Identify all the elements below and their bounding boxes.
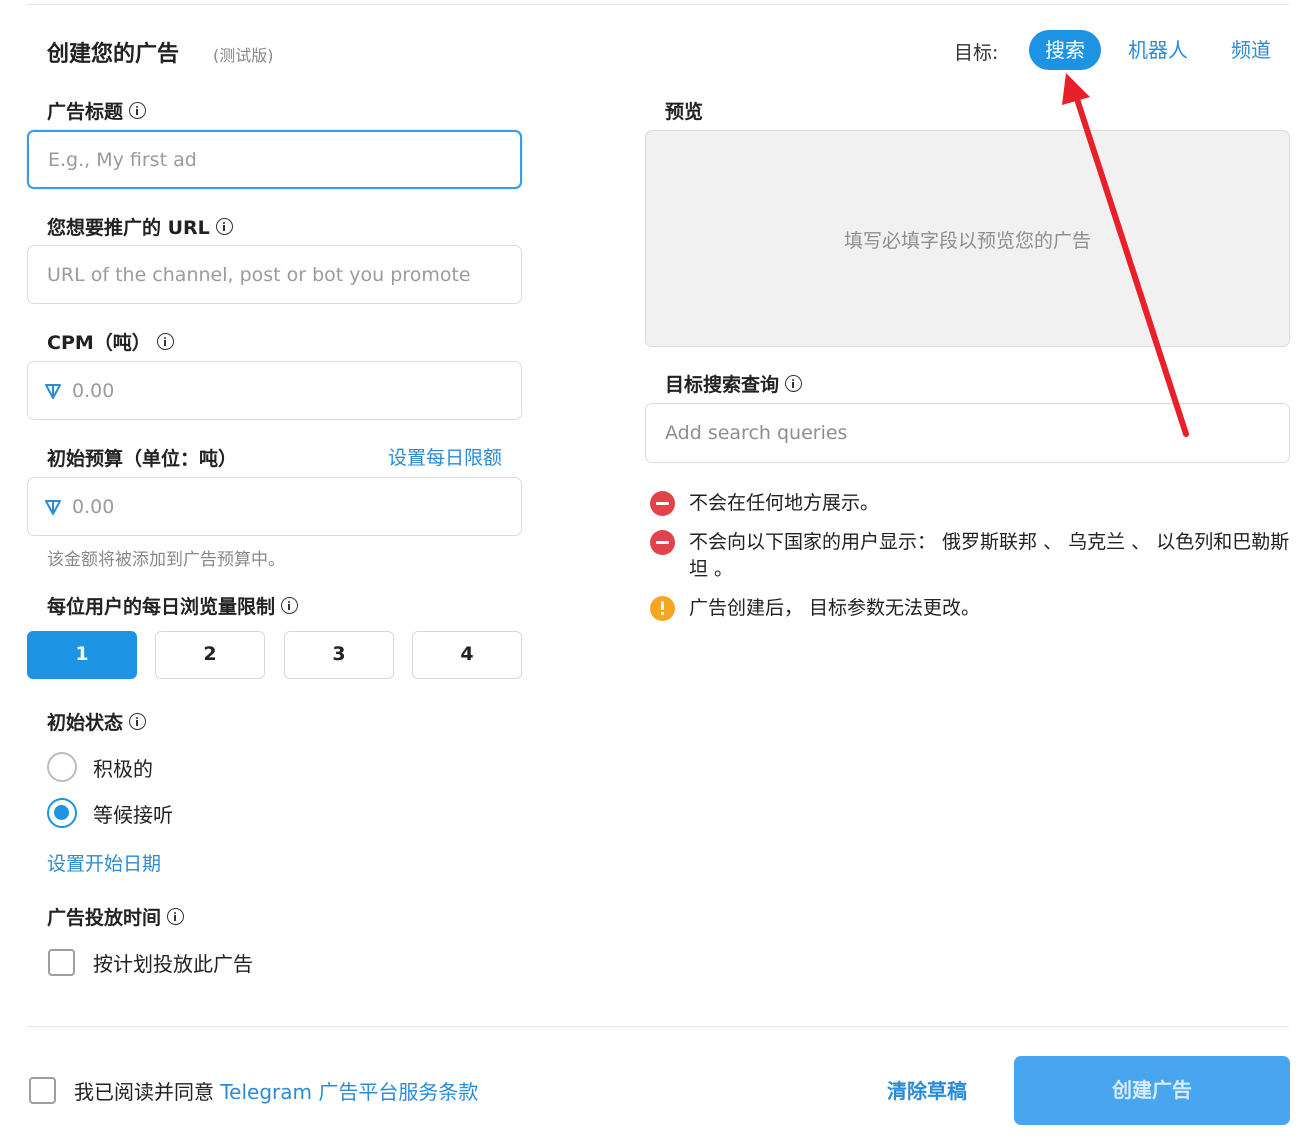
- error-icon: [650, 530, 675, 555]
- search-queries-field[interactable]: [645, 403, 1290, 463]
- info-icon[interactable]: [785, 375, 803, 392]
- preview-label: 预览: [665, 101, 704, 123]
- agree-terms-text: 我已阅读并同意 Telegram 广告平台服务条款: [74, 1076, 478, 1105]
- terms-link[interactable]: Telegram 广告平台服务条款: [220, 1080, 478, 1104]
- footer-divider: [27, 1026, 1289, 1027]
- views-option-3[interactable]: 3: [284, 631, 394, 679]
- preview-panel: 填写必填字段以预览您的广告: [645, 130, 1290, 347]
- info-icon[interactable]: [156, 333, 174, 350]
- agree-terms-row[interactable]: 我已阅读并同意 Telegram 广告平台服务条款: [29, 1076, 478, 1105]
- schedule-checkbox-row[interactable]: 按计划投放此广告: [48, 948, 253, 977]
- ton-icon: [45, 383, 61, 399]
- info-icon[interactable]: [129, 102, 147, 119]
- note-item: 不会在任何地方展示。: [650, 490, 1290, 517]
- info-icon[interactable]: [167, 908, 185, 925]
- page-title: 创建您的广告: [47, 42, 180, 67]
- info-icon[interactable]: [215, 218, 233, 235]
- url-input[interactable]: [28, 246, 521, 303]
- set-daily-limit-link[interactable]: 设置每日限额: [388, 443, 502, 470]
- note-text: 不会在任何地方展示。: [689, 492, 880, 514]
- initial-status-label-text: 初始状态: [47, 712, 124, 734]
- tab-bots[interactable]: 机器人: [1112, 30, 1204, 70]
- radio-button-checked[interactable]: [47, 798, 77, 828]
- warning-icon: [650, 596, 675, 621]
- budget-field[interactable]: [27, 477, 522, 536]
- note-item: 不会向以下国家的用户显示： 俄罗斯联邦 、 乌克兰 、 以色列和巴勒斯坦 。: [650, 529, 1290, 583]
- views-option-4[interactable]: 4: [412, 631, 522, 679]
- arrow-head: [1062, 73, 1090, 105]
- clear-draft-button[interactable]: 清除草稿: [887, 1075, 967, 1104]
- create-ad-button[interactable]: 创建广告: [1014, 1056, 1290, 1125]
- initial-status-label: 初始状态: [47, 708, 147, 735]
- url-label: 您想要推广的 URL: [47, 213, 233, 240]
- ad-title-input[interactable]: [29, 132, 520, 187]
- set-start-date-link[interactable]: 设置开始日期: [47, 849, 161, 876]
- ton-icon: [45, 499, 61, 515]
- url-field[interactable]: [27, 245, 522, 304]
- views-option-1[interactable]: 1: [27, 631, 137, 679]
- radio-button[interactable]: [47, 752, 77, 782]
- ad-title-label-text: 广告标题: [47, 101, 124, 123]
- schedule-checkbox-label: 按计划投放此广告: [93, 952, 253, 976]
- ad-title-label: 广告标题: [47, 97, 147, 124]
- status-active-label: 积极的: [93, 756, 153, 781]
- top-divider: [27, 4, 1289, 5]
- target-label: 目标:: [954, 42, 999, 64]
- search-queries-label-text: 目标搜索查询: [665, 374, 780, 396]
- budget-label: 初始预算（单位：吨）: [47, 444, 237, 471]
- views-limit-label: 每位用户的每日浏览量限制: [47, 592, 299, 619]
- note-text: 不会向以下国家的用户显示： 俄罗斯联邦 、 乌克兰 、 以色列和巴勒斯坦 。: [689, 531, 1290, 580]
- views-limit-label-text: 每位用户的每日浏览量限制: [47, 596, 276, 618]
- error-icon: [650, 491, 675, 516]
- status-active-radio[interactable]: 积极的: [47, 752, 153, 782]
- beta-tag: (测试版): [213, 46, 274, 65]
- agree-prefix: 我已阅读并同意: [74, 1080, 214, 1104]
- schedule-label: 广告投放时间: [47, 903, 185, 930]
- preview-empty-text: 填写必填字段以预览您的广告: [843, 230, 1091, 252]
- status-on-hold-label: 等候接听: [93, 802, 173, 827]
- cpm-label-text: CPM（吨）: [47, 332, 151, 354]
- search-queries-input[interactable]: [646, 404, 1289, 462]
- schedule-checkbox[interactable]: [48, 949, 75, 976]
- note-text: 广告创建后， 目标参数无法更改。: [689, 597, 981, 619]
- tab-channels[interactable]: 频道: [1215, 30, 1287, 70]
- cpm-input[interactable]: [62, 362, 521, 419]
- search-queries-label: 目标搜索查询: [665, 370, 803, 397]
- cpm-label: CPM（吨）: [47, 328, 174, 355]
- note-item: 广告创建后， 目标参数无法更改。: [650, 595, 1290, 622]
- budget-input[interactable]: [62, 478, 521, 535]
- budget-label-text: 初始预算（单位：吨）: [47, 448, 238, 470]
- ad-title-field[interactable]: [27, 130, 522, 189]
- tab-search[interactable]: 搜索: [1029, 30, 1101, 70]
- agree-terms-checkbox[interactable]: [29, 1077, 56, 1104]
- budget-hint: 该金额将被添加到广告预算中。: [47, 550, 285, 570]
- status-on-hold-radio[interactable]: 等候接听: [47, 798, 173, 828]
- info-icon[interactable]: [281, 597, 299, 614]
- url-label-text: 您想要推广的 URL: [47, 217, 210, 239]
- cpm-field[interactable]: [27, 361, 522, 420]
- info-icon[interactable]: [129, 713, 147, 730]
- schedule-label-text: 广告投放时间: [47, 907, 162, 929]
- views-option-2[interactable]: 2: [155, 631, 265, 679]
